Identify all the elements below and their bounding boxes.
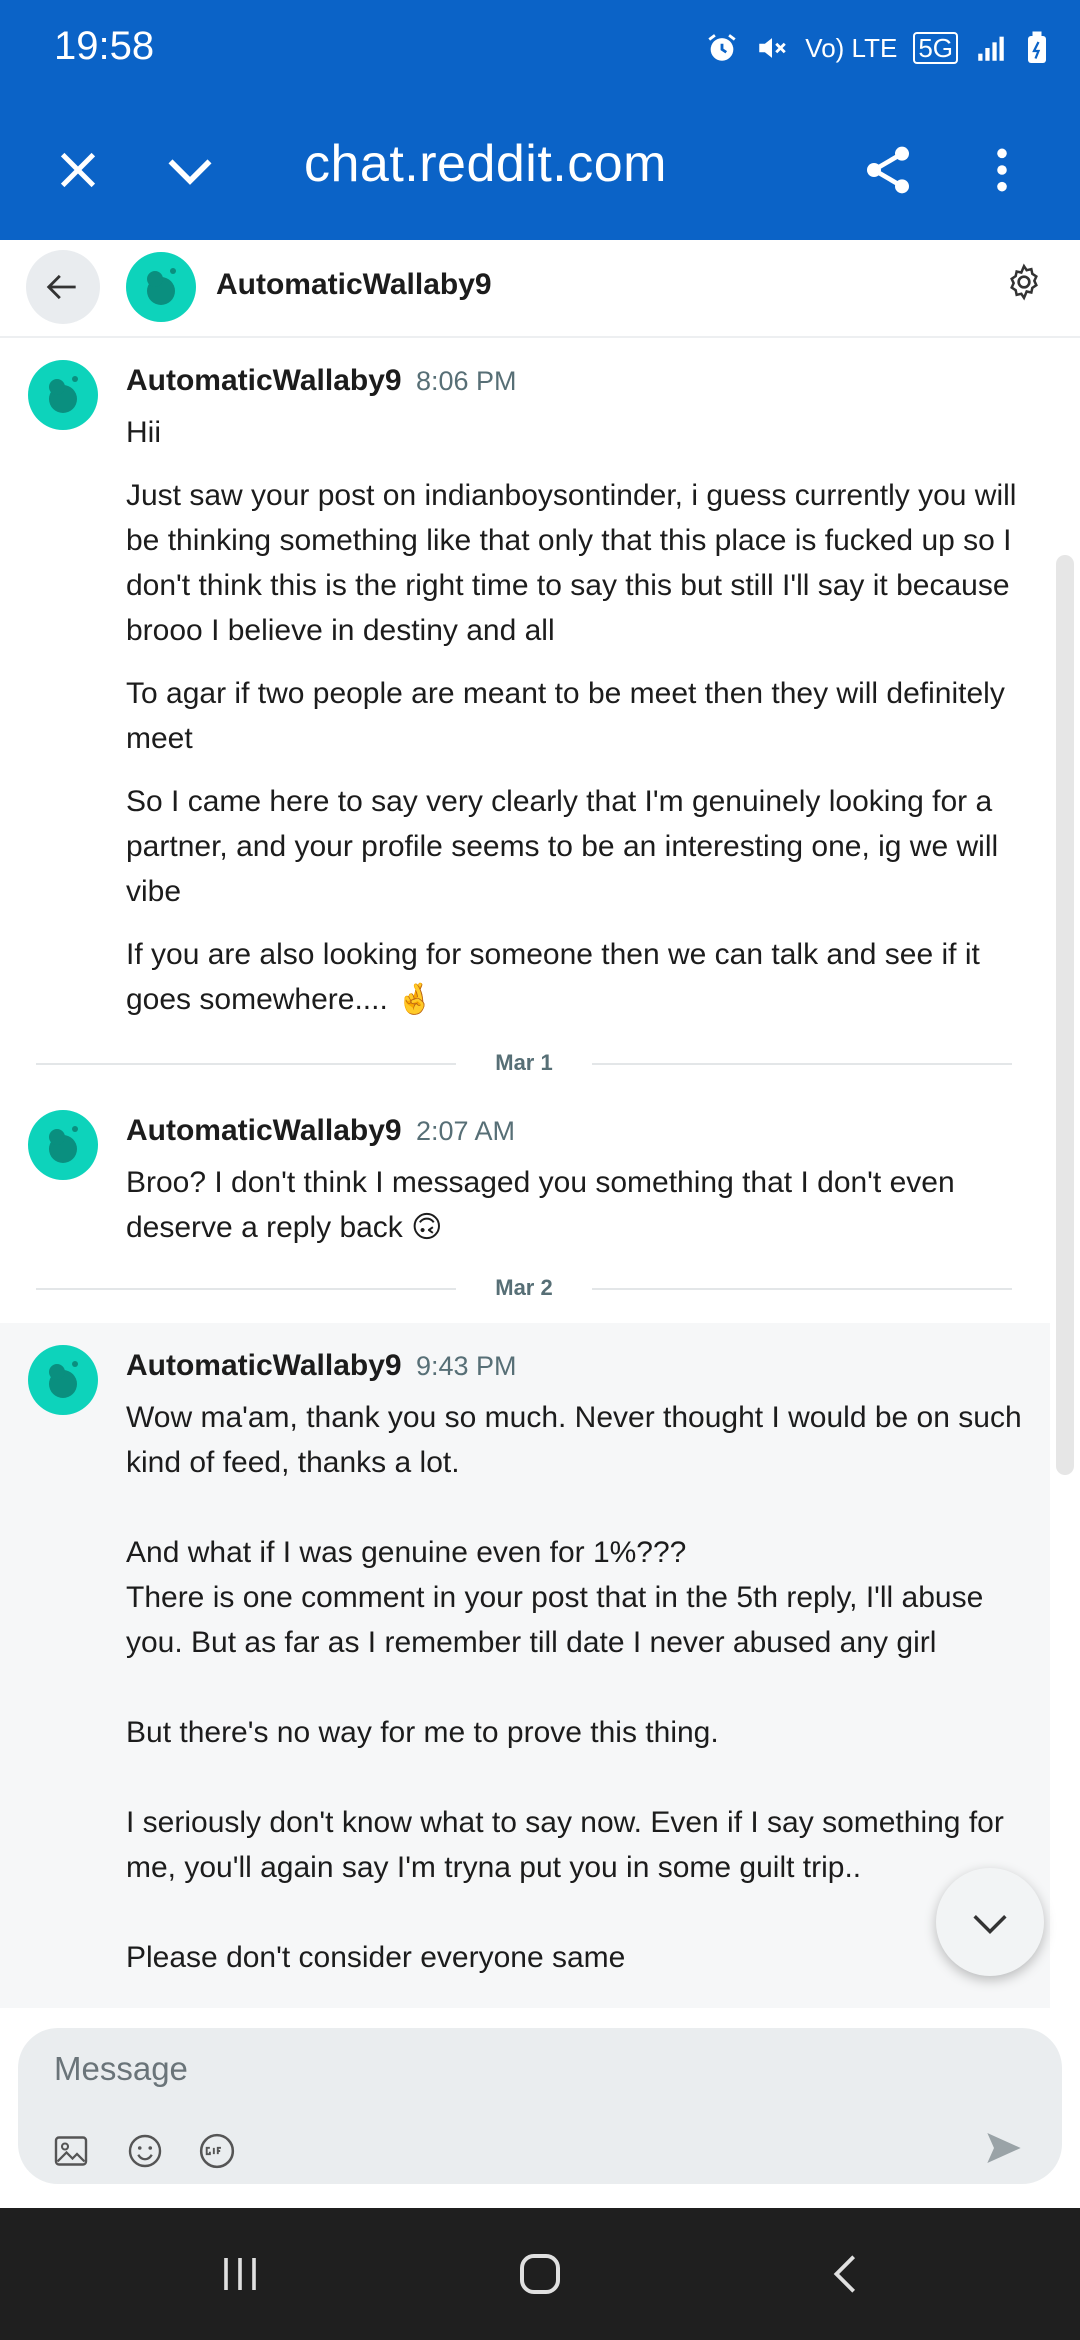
home-button[interactable]	[510, 2244, 570, 2304]
message-composer[interactable]: Message	[18, 2028, 1062, 2184]
message-paragraph: Wow ma'am, thank you so much. Never thou…	[126, 1401, 1022, 1974]
message-item: AutomaticWallaby9 2:07 AM Broo? I don't …	[0, 1088, 1050, 1268]
signal-icon	[978, 36, 1004, 61]
alarm-icon	[708, 34, 736, 61]
gif-button[interactable]	[198, 2132, 236, 2170]
message-paragraph: Just saw your post on indianboysontinder…	[126, 479, 1025, 647]
arrow-left-icon	[46, 274, 76, 300]
chat-header: AutomaticWallaby9	[0, 240, 1080, 338]
message-paragraph: Hii	[126, 416, 161, 449]
chevron-down-icon	[973, 1915, 1007, 1935]
browser-toolbar: chat.reddit.com	[0, 100, 1080, 240]
message-header: AutomaticWallaby9 2:07 AM	[126, 1114, 515, 1148]
image-button[interactable]	[52, 2132, 90, 2170]
close-icon	[60, 152, 96, 188]
share-button[interactable]	[848, 130, 928, 210]
separator-line	[592, 1288, 1012, 1290]
send-button[interactable]	[984, 2128, 1028, 2172]
chat-title[interactable]: AutomaticWallaby9	[216, 268, 492, 302]
back-button[interactable]	[26, 250, 100, 324]
share-icon	[867, 146, 909, 194]
back-icon	[833, 2255, 856, 2293]
message-paragraph: If you are also looking for someone then…	[126, 938, 989, 1016]
message-body: Hii Just saw your post on indianboysonti…	[126, 410, 1026, 1040]
avatar[interactable]	[28, 1110, 98, 1180]
url-text[interactable]: chat.reddit.com	[304, 134, 667, 194]
settings-button[interactable]	[1004, 262, 1054, 312]
recents-icon	[224, 2258, 256, 2290]
avatar[interactable]	[28, 1345, 98, 1415]
image-icon	[54, 2136, 88, 2166]
message-paragraph: Broo? I don't think I messaged you somet…	[126, 1166, 963, 1244]
snoo-avatar-icon	[49, 1126, 78, 1163]
5g-icon: 5G	[913, 32, 958, 64]
status-icons: Vo) LTE 5G	[705, 28, 1050, 68]
message-paragraph: To agar if two people are meant to be me…	[126, 677, 1014, 755]
snoo-avatar-icon	[147, 268, 176, 305]
snoo-avatar-icon	[49, 1361, 78, 1398]
message-time: 9:43 PM	[415, 1351, 517, 1381]
date-separator: Mar 2	[36, 1273, 1012, 1303]
scrollbar[interactable]	[1056, 555, 1074, 1475]
message-item: AutomaticWallaby9 9:43 PM Wow ma'am, tha…	[0, 1323, 1050, 2008]
message-header: AutomaticWallaby9 8:06 PM	[126, 364, 517, 398]
battery-icon	[1028, 31, 1046, 63]
more-vertical-icon	[997, 148, 1007, 192]
avatar[interactable]	[28, 360, 98, 430]
volte-icon: Vo) LTE	[805, 33, 898, 63]
message-time: 8:06 PM	[415, 366, 517, 396]
message-author[interactable]: AutomaticWallaby9	[126, 1349, 402, 1382]
status-bar: 19:58 Vo) LTE 5G	[0, 0, 1080, 100]
message-author[interactable]: AutomaticWallaby9	[126, 1114, 402, 1147]
recents-button[interactable]	[210, 2244, 270, 2304]
gif-icon	[199, 2133, 235, 2169]
minimize-button[interactable]	[150, 130, 230, 210]
date-separator: Mar 1	[36, 1048, 1012, 1078]
message-time: 2:07 AM	[415, 1116, 516, 1146]
message-body: Wow ma'am, thank you so much. Never thou…	[126, 1395, 1026, 1998]
back-nav-button[interactable]	[816, 2244, 876, 2304]
scroll-to-bottom-button[interactable]	[936, 1868, 1044, 1976]
mute-icon	[759, 38, 787, 58]
message-header: AutomaticWallaby9 9:43 PM	[126, 1349, 517, 1383]
close-tab-button[interactable]	[38, 130, 118, 210]
message-list[interactable]: AutomaticWallaby9 8:06 PM Hii Just saw y…	[0, 338, 1080, 2008]
avatar[interactable]	[126, 252, 196, 322]
message-input[interactable]: Message	[54, 2050, 188, 2088]
gear-icon	[1010, 263, 1038, 301]
emoji-button[interactable]	[126, 2132, 164, 2170]
smiley-icon	[128, 2134, 162, 2168]
snoo-avatar-icon	[49, 376, 78, 413]
more-options-button[interactable]	[962, 130, 1042, 210]
status-time: 19:58	[54, 24, 155, 68]
message-author[interactable]: AutomaticWallaby9	[126, 364, 402, 397]
composer-area: Message	[0, 2008, 1080, 2208]
message-paragraph: So I came here to say very clearly that …	[126, 785, 1007, 908]
message-body: Broo? I don't think I messaged you somet…	[126, 1160, 1026, 1268]
message-item: AutomaticWallaby9 8:06 PM Hii Just saw y…	[0, 338, 1050, 1038]
separator-line	[592, 1063, 1012, 1065]
send-icon	[987, 2133, 1021, 2163]
chevron-down-icon	[168, 159, 212, 185]
system-navigation-bar	[0, 2208, 1080, 2340]
home-icon	[520, 2254, 560, 2294]
